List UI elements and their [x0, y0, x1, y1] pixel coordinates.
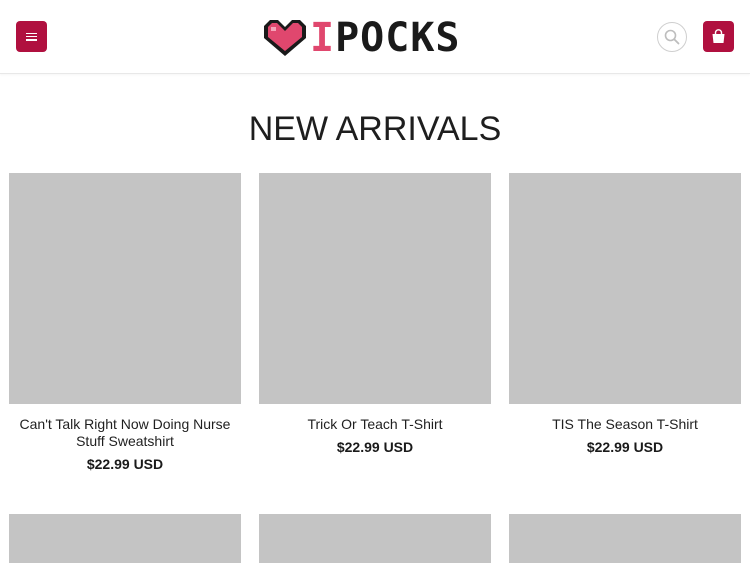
logo-text-main: POCKS: [335, 15, 461, 61]
product-price: $22.99 USD: [86, 456, 164, 472]
search-button[interactable]: [657, 22, 687, 52]
menu-button[interactable]: [16, 21, 47, 52]
site-header: I POCKS: [0, 0, 750, 74]
site-logo[interactable]: I POCKS: [262, 18, 488, 58]
section-title: NEW ARRIVALS: [248, 110, 502, 148]
shopping-bag-icon: [712, 29, 725, 43]
search-icon: [664, 29, 680, 45]
logo-text-accent: I: [310, 15, 336, 61]
pixel-heart-icon: [264, 20, 306, 56]
product-name[interactable]: Trick Or Teach T-Shirt: [259, 416, 491, 433]
cart-button[interactable]: [703, 21, 734, 52]
product-image[interactable]: [259, 514, 491, 563]
product-card[interactable]: Can't Talk Right Now Doing Nurse Stuff S…: [9, 173, 241, 473]
product-card[interactable]: Trick Or Teach T-Shirt $22.99 USD: [259, 173, 491, 456]
product-image[interactable]: [9, 173, 241, 404]
hamburger-icon: [26, 32, 37, 41]
product-name[interactable]: Can't Talk Right Now Doing Nurse Stuff S…: [9, 416, 241, 450]
product-price: $22.99 USD: [336, 439, 414, 455]
product-image[interactable]: [259, 173, 491, 404]
product-card[interactable]: TIS The Season T-Shirt $22.99 USD: [509, 173, 741, 456]
product-image[interactable]: [9, 514, 241, 563]
product-price: $22.99 USD: [586, 439, 664, 455]
product-image[interactable]: [509, 173, 741, 404]
product-name[interactable]: TIS The Season T-Shirt: [509, 416, 741, 433]
product-image[interactable]: [509, 514, 741, 563]
